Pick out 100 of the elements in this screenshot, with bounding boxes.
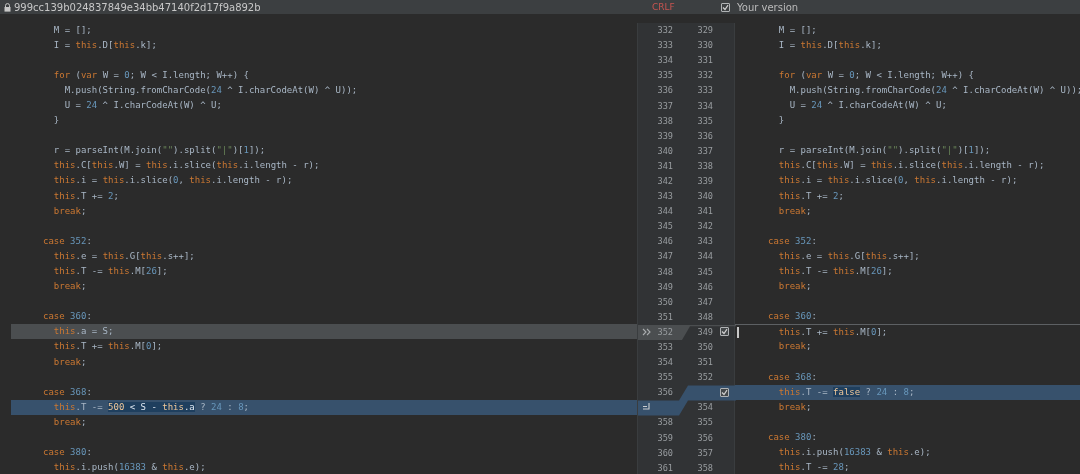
line-number: 352 [656,326,673,337]
code-line: break; [52,281,87,292]
line-number: 361 [656,462,673,473]
code-line: this.T -= false ? 24 : 8; [777,386,915,397]
line-number: 356 [656,387,673,398]
code-line: this.i.push(16383 & this.e); [777,447,931,458]
code-line: this.T += 2; [777,190,844,201]
line-number: 337 [656,100,673,111]
code-line: U = 24 ^ I.charCodeAt(W) ^ U; [788,99,947,110]
line-number: 344 [656,206,673,217]
code-line: r = parseInt(M.join("").split("|")[1]); [52,145,266,156]
code-line: this.T += this.M[0]; [777,327,888,338]
line-number: 347 [696,296,713,307]
code-line: this.i = this.i.slice(0, this.i.length - r); [52,175,293,186]
line-number: 329 [696,25,713,36]
pane-label: Your version [737,1,799,13]
line-number: 357 [696,447,713,458]
code-line: M.push(String.fromCharCode(24 ^ I.charCodeAt(W) ^ U)); [63,84,358,95]
code-line: this.C[this.W] = this.i.slice(this.i.length - r); [777,160,1045,171]
code-line: M = []; [52,24,92,35]
code-line: M = []; [777,24,817,35]
line-number: 339 [696,176,713,186]
checkbox[interactable] [720,327,729,337]
line-number: 342 [696,221,713,232]
line-number: 334 [696,100,713,111]
line-number: 341 [656,160,673,171]
code-line: this.e = this.G[this.s++]; [52,250,195,261]
code-line: case 360: [768,311,817,322]
line-number: 351 [656,311,673,322]
code-line: } [777,115,785,126]
line-number: 353 [656,342,673,352]
line-number: 355 [656,372,673,383]
code-line: this.i = this.i.slice(0, this.i.length - r); [777,175,1018,186]
code-line: this.T -= 500 < S - this.a ? 24 : 8; [52,401,249,412]
line-number: 360 [656,447,673,458]
line-number: 354 [696,402,713,413]
line-number: 337 [696,145,713,156]
line-number: 349 [656,281,673,292]
line-number: 345 [696,266,713,277]
line-number: 343 [696,236,713,247]
line-number: 348 [656,266,673,277]
line-separator-label[interactable]: CRLF [652,2,675,12]
line-number: 334 [656,55,673,66]
code-line: break; [52,205,87,216]
line-number: 338 [696,160,713,171]
code-line: case 352: [43,235,92,246]
line-number: 333 [696,85,713,96]
checkbox[interactable] [720,387,729,397]
line-number: 342 [656,176,673,186]
line-number: 345 [656,221,673,232]
line-number: 330 [696,40,713,51]
code-line: break; [52,356,87,367]
line-number: 358 [696,462,713,473]
line-number: 340 [696,191,713,202]
code-line: case 380: [768,432,817,443]
code-line: break; [777,341,812,352]
code-line: case 368: [43,386,92,397]
line-number: 338 [656,115,673,126]
chevrons-right-icon[interactable] [642,327,652,336]
checkbox[interactable] [721,2,730,12]
line-number: 341 [696,206,713,217]
code-line: r = parseInt(M.join("").split("|")[1]); [777,145,991,156]
corner-arrow-icon[interactable] [642,403,651,412]
line-number: 349 [696,326,713,337]
line-number: 346 [656,236,673,247]
line-number: 333 [656,40,673,51]
line-number: 336 [656,85,673,96]
line-number: 344 [696,251,713,262]
code-line: this.a = S; [52,326,114,337]
line-number: 350 [656,296,673,307]
file-title: 999cc139b024837849e34bb47140f2d17f9a892b [14,1,261,13]
code-line: break; [777,401,812,412]
line-number: 356 [696,432,713,443]
line-number: 332 [696,70,713,81]
code-line: this.T -= this.M[26]; [52,266,168,276]
line-number: 335 [656,70,673,81]
line-number: 340 [656,145,673,156]
line-number: 348 [696,311,713,322]
line-number: 331 [696,55,713,66]
code-line: case 360: [43,311,92,322]
line-number: 352 [696,372,713,383]
code-line: this.T -= this.M[26]; [777,266,893,276]
line-number: 351 [696,357,713,368]
line-number: 335 [696,115,713,126]
line-number: 350 [696,342,713,352]
line-number: 343 [656,191,673,202]
code-line: U = 24 ^ I.charCodeAt(W) ^ U; [63,99,222,110]
code-line: } [52,115,60,126]
code-line: this.e = this.G[this.s++]; [777,250,920,261]
code-line: case 368: [768,371,817,382]
line-number: 355 [696,417,713,428]
code-line: break; [777,281,812,292]
code-line: this.C[this.W] = this.i.slice(this.i.length - r); [52,160,320,171]
code-line: break; [777,205,812,216]
line-number: 354 [656,357,673,368]
code-line: this.T += 2; [52,190,119,201]
code-line: case 352: [768,235,817,246]
code-line: break; [52,416,87,427]
line-number: 358 [656,417,673,428]
line-number: 336 [696,130,713,141]
